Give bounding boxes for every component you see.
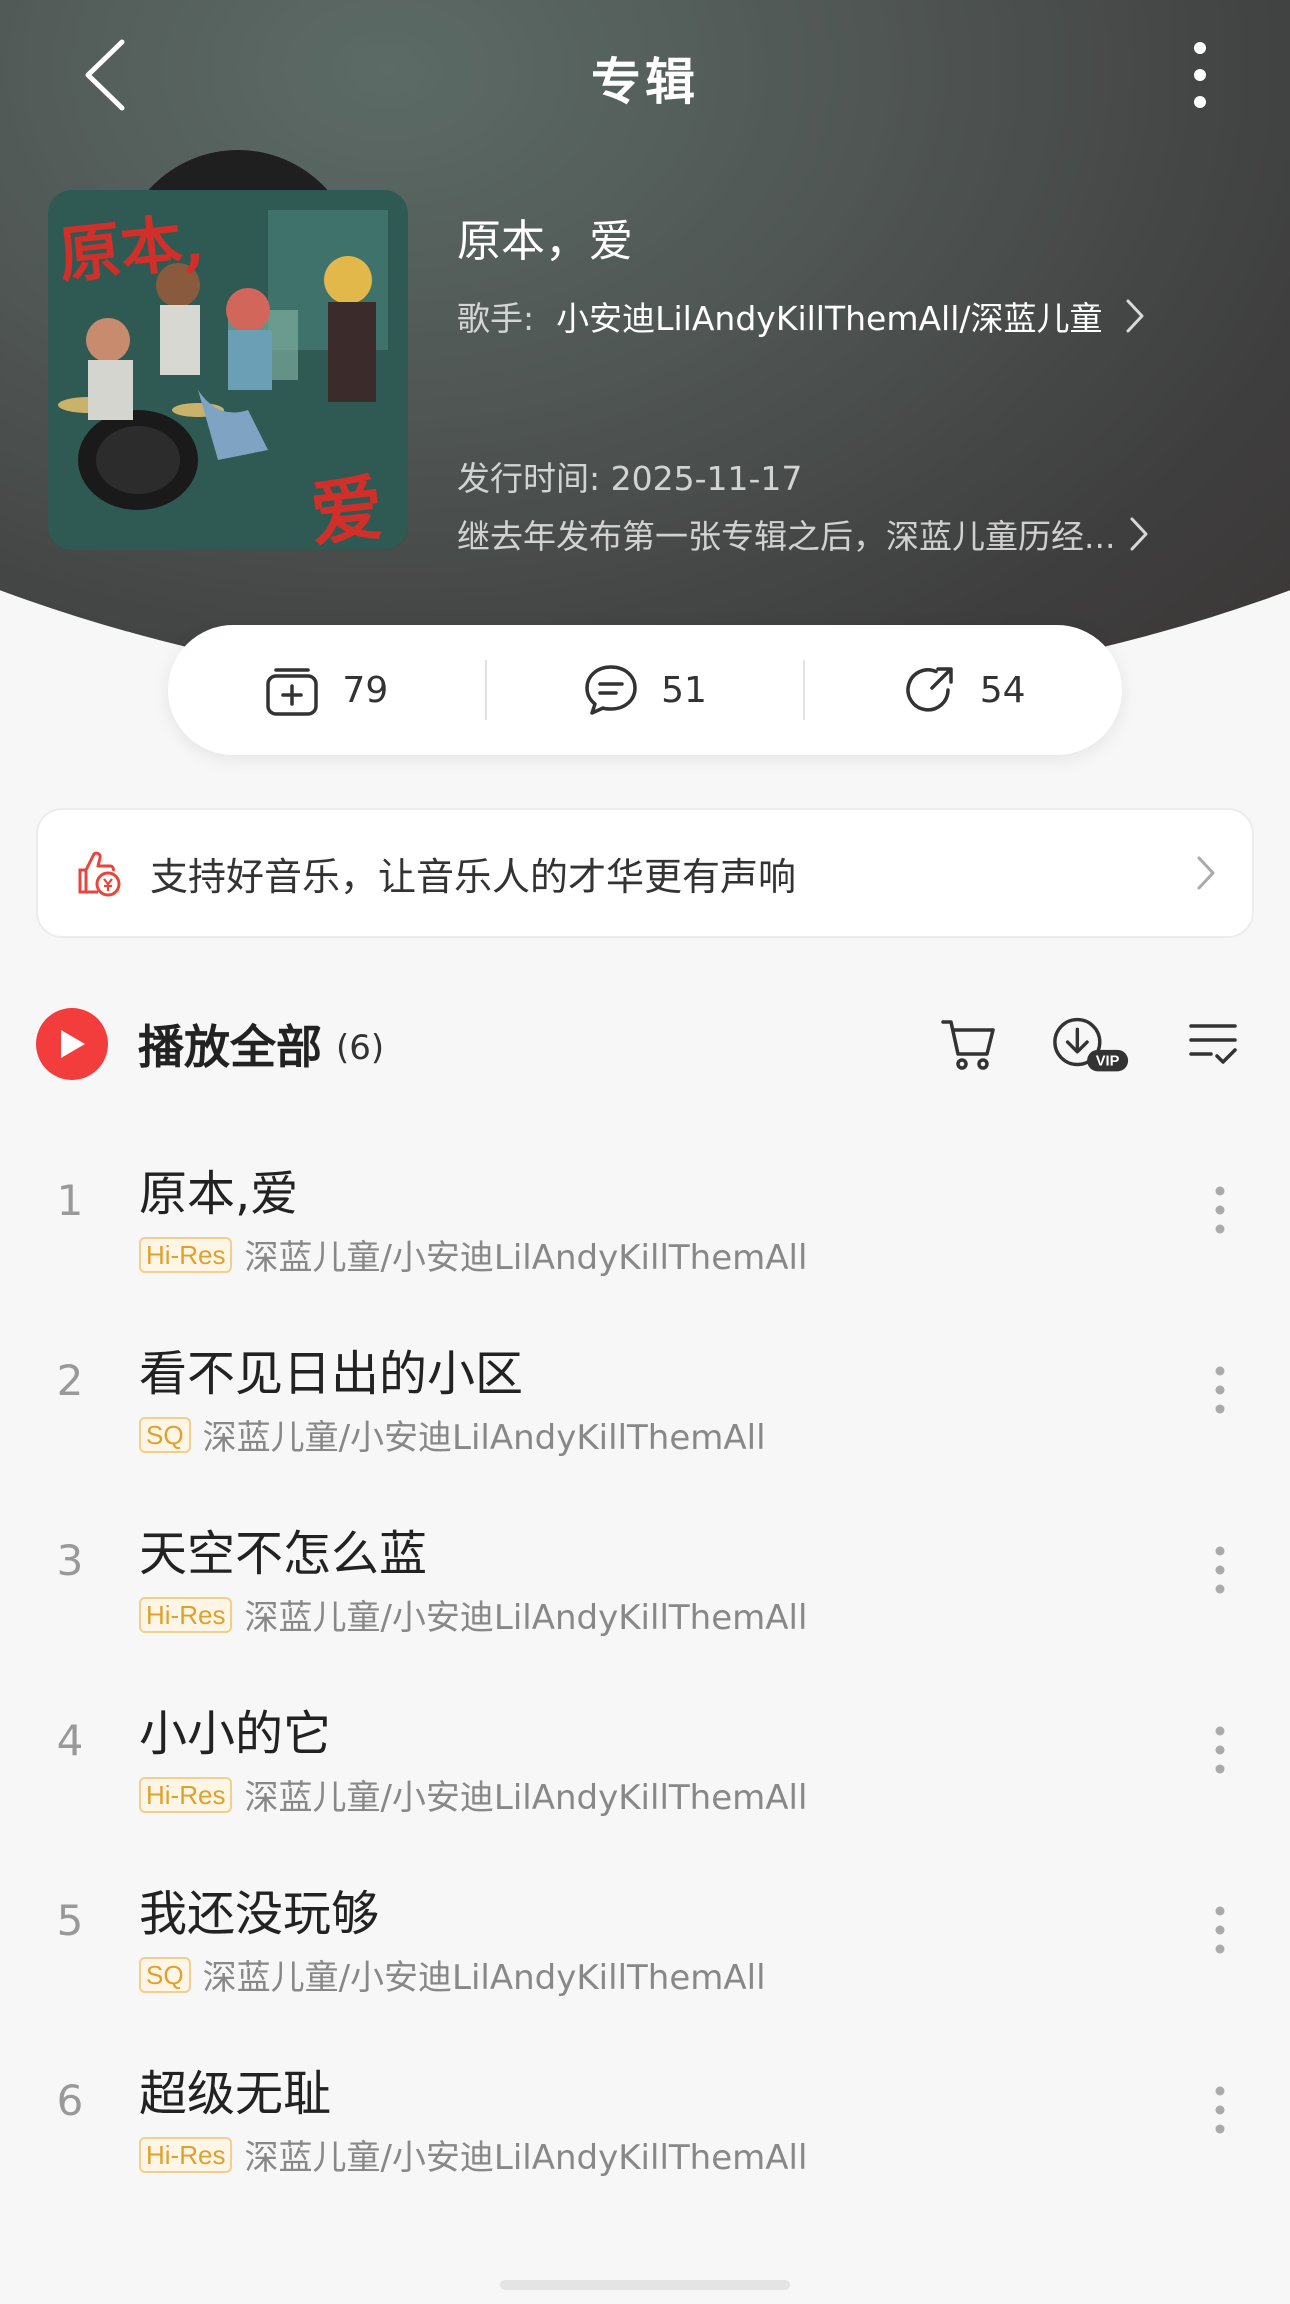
song-row[interactable]: 6 超级无耻 Hi-Res 深蓝儿童/小安迪LilAndyKillThemAll xyxy=(0,2040,1290,2220)
share-button[interactable]: 54 xyxy=(805,662,1122,718)
song-artist: 深蓝儿童/小安迪LilAndyKillThemAll xyxy=(202,1958,766,1998)
add-to-collection-icon xyxy=(266,668,319,716)
more-button[interactable] xyxy=(1170,30,1230,120)
quality-badge: Hi-Res xyxy=(139,2136,233,2173)
track-number: 2 xyxy=(56,1356,84,1405)
song-meta: Hi-Res 深蓝儿童/小安迪LilAndyKillThemAll xyxy=(139,1230,807,1279)
song-artist: 深蓝儿童/小安迪LilAndyKillThemAll xyxy=(244,1238,808,1278)
song-title: 看不见日出的小区 xyxy=(139,1346,524,1402)
svg-text:VIP: VIP xyxy=(1096,1053,1120,1069)
quality-badge: Hi-Res xyxy=(139,1776,233,1813)
quality-badge: Hi-Res xyxy=(139,1596,233,1633)
song-row[interactable]: 5 我还没玩够 SQ 深蓝儿童/小安迪LilAndyKillThemAll xyxy=(0,1860,1290,2040)
share-icon xyxy=(906,667,953,712)
play-icon xyxy=(61,1030,85,1058)
chevron-right-icon xyxy=(1197,856,1215,890)
song-more-button[interactable] xyxy=(1190,1530,1250,1610)
release-date: 发行时间: 2025-11-17 xyxy=(457,459,803,498)
quality-badge: Hi-Res xyxy=(139,1236,233,1273)
song-row[interactable]: 4 小小的它 Hi-Res 深蓝儿童/小安迪LilAndyKillThemAll xyxy=(0,1680,1290,1860)
multi-select-button[interactable] xyxy=(1172,1008,1254,1080)
vertical-dots-icon xyxy=(1215,1186,1225,1234)
album-cover-wrap[interactable]: 原本, 爱 xyxy=(48,150,418,560)
album-title: 原本，爱 xyxy=(457,216,633,267)
song-more-button[interactable] xyxy=(1190,1350,1250,1430)
song-more-button[interactable] xyxy=(1190,1710,1250,1790)
song-meta: SQ 深蓝儿童/小安迪LilAndyKillThemAll xyxy=(139,1410,766,1459)
song-row[interactable]: 2 看不见日出的小区 SQ 深蓝儿童/小安迪LilAndyKillThemAll xyxy=(0,1320,1290,1500)
download-vip-button[interactable]: VIP xyxy=(1050,1008,1132,1080)
track-number: 3 xyxy=(56,1536,84,1585)
song-title: 我还没玩够 xyxy=(139,1886,380,1942)
list-tools: VIP xyxy=(928,1008,1254,1080)
checklist-icon xyxy=(1189,1024,1237,1064)
song-title: 原本,爱 xyxy=(139,1166,299,1222)
song-title: 超级无耻 xyxy=(139,2066,332,2122)
quality-badge: SQ xyxy=(139,1956,191,1993)
artist-names: 小安迪LilAndyKillThemAll/深蓝儿童 xyxy=(556,299,1103,338)
song-meta: SQ 深蓝儿童/小安迪LilAndyKillThemAll xyxy=(139,1950,766,1999)
thumbs-up-coin-icon xyxy=(78,851,121,897)
song-artist: 深蓝儿童/小安迪LilAndyKillThemAll xyxy=(244,1778,808,1818)
song-more-button[interactable] xyxy=(1190,1890,1250,1970)
share-count: 54 xyxy=(979,669,1026,711)
comment-icon xyxy=(585,665,637,715)
track-number: 6 xyxy=(56,2076,84,2125)
chevron-right-icon xyxy=(1126,299,1144,333)
support-text: 支持好音乐，让音乐人的才华更有声响 xyxy=(150,854,797,899)
track-number: 4 xyxy=(56,1716,84,1765)
collect-count: 79 xyxy=(342,669,389,711)
track-number: 1 xyxy=(56,1176,84,1225)
vertical-dots-icon xyxy=(1215,2086,1225,2134)
cart-icon xyxy=(941,1020,995,1070)
play-all-button[interactable] xyxy=(36,1008,108,1080)
collect-button[interactable]: 79 xyxy=(168,662,485,718)
song-title: 小小的它 xyxy=(139,1706,332,1762)
support-music-banner[interactable]: 支持好音乐，让音乐人的才华更有声响 xyxy=(36,808,1254,938)
album-description: 继去年发布第一张专辑之后，深蓝儿童历经... xyxy=(457,517,1116,556)
song-row[interactable]: 3 天空不怎么蓝 Hi-Res 深蓝儿童/小安迪LilAndyKillThemA… xyxy=(0,1500,1290,1680)
comment-count: 51 xyxy=(661,669,707,711)
vertical-dots-icon xyxy=(1215,1546,1225,1594)
album-cover: 原本, 爱 xyxy=(48,190,408,550)
top-bar: 专辑 xyxy=(0,0,1290,150)
song-more-button[interactable] xyxy=(1190,1170,1250,1250)
home-indicator[interactable] xyxy=(500,2280,790,2290)
track-number: 5 xyxy=(56,1896,84,1945)
vertical-dots-icon xyxy=(1215,1906,1225,1954)
vertical-dots-icon xyxy=(1194,42,1206,108)
vertical-dots-icon xyxy=(1215,1366,1225,1414)
song-artist: 深蓝儿童/小安迪LilAndyKillThemAll xyxy=(202,1418,766,1458)
song-artist: 深蓝儿童/小安迪LilAndyKillThemAll xyxy=(244,2138,808,2178)
song-meta: Hi-Res 深蓝儿童/小安迪LilAndyKillThemAll xyxy=(139,2130,807,2179)
play-all-label[interactable]: 播放全部 xyxy=(138,1011,322,1077)
chevron-right-icon xyxy=(1130,517,1148,551)
comment-button[interactable]: 51 xyxy=(487,662,804,718)
song-artist: 深蓝儿童/小安迪LilAndyKillThemAll xyxy=(244,1598,808,1638)
song-meta: Hi-Res 深蓝儿童/小安迪LilAndyKillThemAll xyxy=(139,1590,807,1639)
artist-link[interactable]: 歌手: 小安迪LilAndyKillThemAll/深蓝儿童 xyxy=(457,292,1145,340)
track-count: (6) xyxy=(336,1028,385,1068)
song-list: 1 原本,爱 Hi-Res 深蓝儿童/小安迪LilAndyKillThemAll… xyxy=(0,1140,1290,2220)
song-title: 天空不怎么蓝 xyxy=(139,1526,428,1582)
song-more-button[interactable] xyxy=(1190,2070,1250,2150)
page-title: 专辑 xyxy=(591,53,699,111)
song-meta: Hi-Res 深蓝儿童/小安迪LilAndyKillThemAll xyxy=(139,1770,807,1819)
artist-label: 歌手: xyxy=(457,299,535,338)
vertical-dots-icon xyxy=(1215,1726,1225,1774)
quality-badge: SQ xyxy=(139,1416,191,1453)
song-row[interactable]: 1 原本,爱 Hi-Res 深蓝儿童/小安迪LilAndyKillThemAll xyxy=(0,1140,1290,1320)
album-description-link[interactable]: 继去年发布第一张专辑之后，深蓝儿童历经... xyxy=(457,510,1149,558)
download-vip-icon: VIP xyxy=(1053,1017,1129,1072)
stats-bar: 79 51 54 xyxy=(168,625,1122,755)
buy-button[interactable] xyxy=(928,1008,1010,1080)
play-all-row: 播放全部 (6) VIP xyxy=(36,1004,1254,1084)
cover-title-text: 原本, xyxy=(55,204,208,293)
cover-title-text-2: 爱 xyxy=(306,464,387,550)
